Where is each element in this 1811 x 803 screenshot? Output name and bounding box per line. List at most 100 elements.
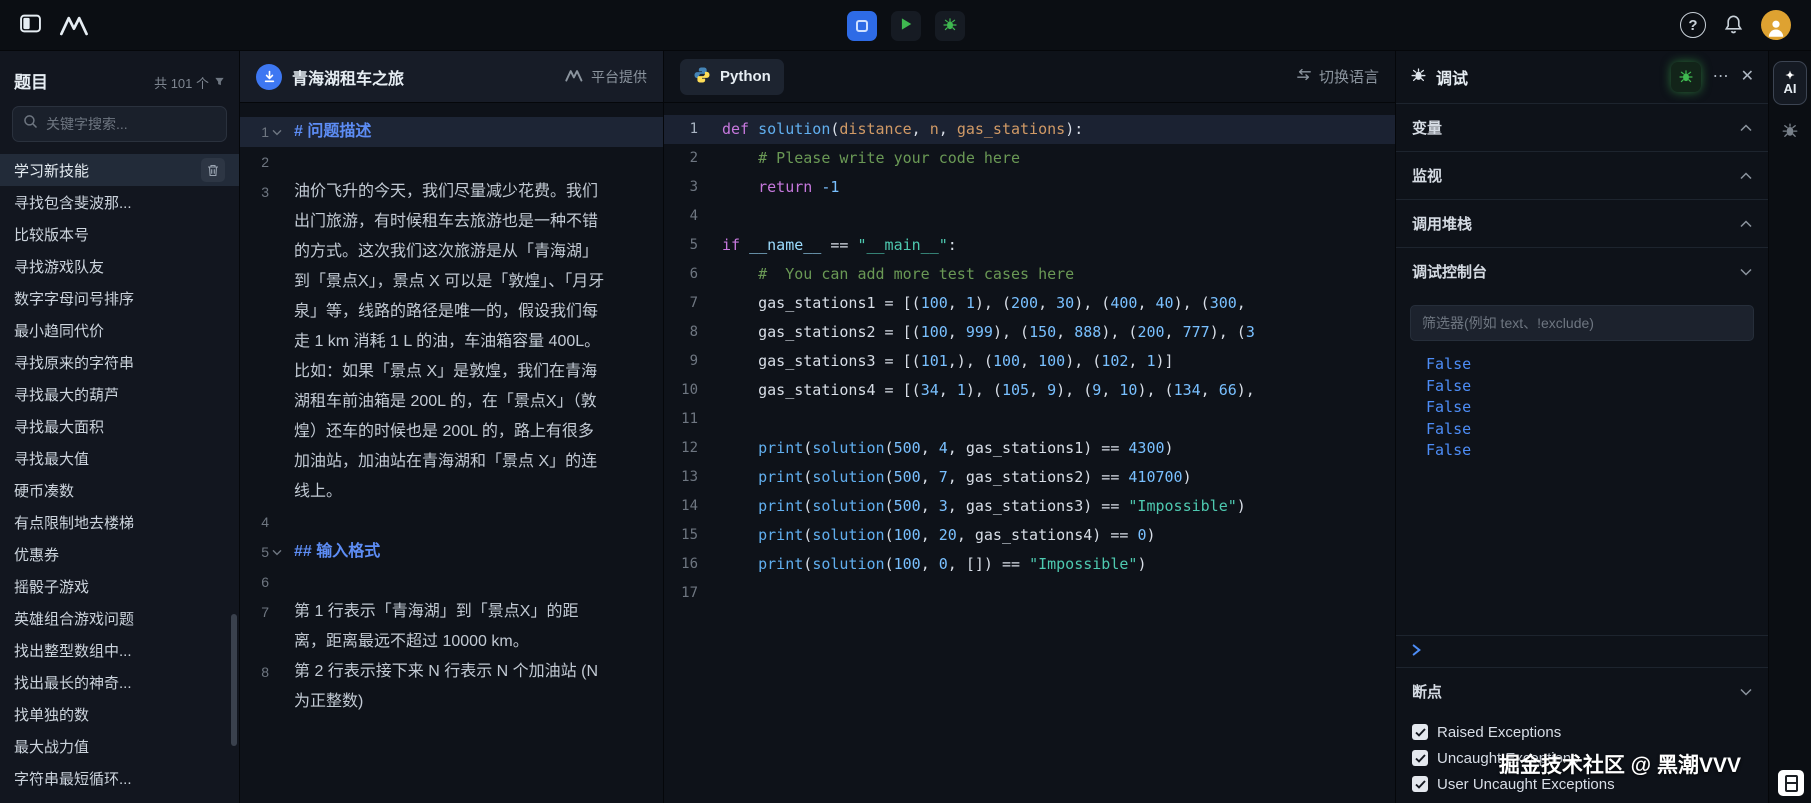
debug-button[interactable]	[934, 10, 965, 41]
watermark-glyph-icon	[1784, 774, 1798, 792]
line-number: 16	[681, 556, 698, 572]
line-number: 6	[689, 266, 698, 282]
code-line[interactable]: 8 gas_stations2 = [(100, 999), (150, 888…	[664, 318, 1395, 347]
chevron-right-icon	[1412, 643, 1421, 661]
list-item[interactable]: 找出整型数组中...	[0, 634, 239, 666]
checkbox-checked[interactable]	[1412, 750, 1428, 766]
filter-icon[interactable]	[214, 74, 225, 92]
code-line[interactable]: 11	[664, 405, 1395, 434]
list-item[interactable]: 摇骰子游戏	[0, 570, 239, 602]
code-line[interactable]: 7 gas_stations1 = [(100, 1), (200, 30), …	[664, 289, 1395, 318]
list-item[interactable]: 找单独的数	[0, 698, 239, 730]
code-line[interactable]: 5 if __name__ == "__main__":	[664, 231, 1395, 260]
code-area[interactable]: 1 def solution(distance, n, gas_stations)…	[664, 103, 1395, 803]
code-line[interactable]: 9 gas_stations3 = [(101,), (100, 100), (…	[664, 347, 1395, 376]
code-line[interactable]: 10 gas_stations4 = [(34, 1), (105, 9), (…	[664, 376, 1395, 405]
problem-sidebar: 题目 共 101 个 学习新技能寻找包含斐波那... 比较版本号寻找游戏队友数字字…	[0, 51, 240, 803]
list-item[interactable]: 寻找最大面积	[0, 410, 239, 442]
doc-text: # 问题描述	[294, 123, 372, 140]
code-line[interactable]: 4	[664, 202, 1395, 231]
section-breakpoints[interactable]: 断点	[1396, 667, 1768, 715]
ai-label: AI	[1783, 80, 1797, 96]
code-line[interactable]: 16 print(solution(100, 0, []) == "Imposs…	[664, 550, 1395, 579]
delete-problem-button[interactable]	[201, 158, 225, 182]
language-selector[interactable]: Python	[680, 58, 784, 95]
checkbox-checked[interactable]	[1412, 776, 1428, 792]
list-item-label: 硬币凑数	[14, 482, 75, 500]
list-item[interactable]: 英雄组合游戏问题	[0, 602, 239, 634]
section-label: 监视	[1412, 168, 1443, 185]
ai-assistant-button[interactable]: ✦ AI	[1773, 61, 1807, 105]
list-item[interactable]: 找出最长的神奇...	[0, 666, 239, 698]
console-line: False	[1426, 376, 1472, 395]
debug-rail-icon[interactable]	[1781, 121, 1799, 144]
list-item[interactable]: 寻找原来的字符串	[0, 346, 239, 378]
avatar[interactable]	[1761, 10, 1791, 40]
list-item[interactable]: 最大战力值	[0, 730, 239, 762]
app-logo-icon	[59, 15, 91, 36]
code-content: gas_stations1 = [(100, 1), (200, 30), (4…	[722, 294, 1246, 312]
list-item[interactable]: 学习新技能	[0, 154, 239, 186]
download-icon[interactable]	[256, 63, 282, 90]
line-number: 2	[689, 150, 698, 166]
list-item[interactable]: 寻找最大的葫芦	[0, 378, 239, 410]
problem-doc: 1 # 问题描述 2 3 油价飞升的今天，我们尽量减少花费。我们出门旅游，有时候租车去旅…	[240, 103, 663, 803]
code-line[interactable]: 17	[664, 579, 1395, 608]
line-number: 5	[689, 237, 698, 253]
list-item[interactable]: 数字字母问号排序	[0, 282, 239, 314]
code-line[interactable]: 13 print(solution(500, 7, gas_stations2)…	[664, 463, 1395, 492]
main-area: 题目 共 101 个 学习新技能寻找包含斐波那... 比较版本号寻找游戏队友数字字…	[0, 51, 1811, 803]
line-number: 3	[261, 184, 269, 200]
section-callstack[interactable]: 调用堆栈	[1396, 199, 1768, 247]
list-item[interactable]: 有点限制地去楼梯	[0, 506, 239, 538]
console-prompt[interactable]	[1396, 635, 1768, 667]
debug-session-button[interactable]	[1670, 62, 1701, 92]
line-number: 7	[689, 295, 698, 311]
list-item[interactable]: 最小趋同代价	[0, 314, 239, 346]
doc-text: 油价飞升的今天，我们尽量减少花费。我们出门旅游，有时候租车去旅游也是一种不错的方…	[294, 183, 605, 500]
switch-language-button[interactable]: 切换语言	[1296, 66, 1379, 87]
list-item[interactable]: 比较版本号	[0, 218, 239, 250]
list-item-label: 最小趋同代价	[14, 322, 105, 340]
breakpoint-row[interactable]: Uncaught Exceptions	[1396, 745, 1768, 771]
breakpoint-row[interactable]: Raised Exceptions	[1396, 719, 1768, 745]
list-item[interactable]: 寻找游戏队友	[0, 250, 239, 282]
list-item[interactable]: 字符串最短循环...	[0, 762, 239, 794]
search-box[interactable]	[12, 106, 227, 142]
blue-action-button[interactable]	[846, 10, 877, 41]
breakpoint-row[interactable]: User Uncaught Exceptions	[1396, 771, 1768, 797]
code-line[interactable]: 2 # Please write your code here	[664, 144, 1395, 173]
code-line[interactable]: 1 def solution(distance, n, gas_stations)…	[664, 115, 1395, 144]
code-content: # Please write your code here	[758, 149, 1021, 167]
sidebar-toggle-icon	[20, 14, 41, 36]
code-line[interactable]: 6 # You can add more test cases here	[664, 260, 1395, 289]
code-line[interactable]: 12 print(solution(500, 4, gas_stations1)…	[664, 434, 1395, 463]
checkbox-checked[interactable]	[1412, 724, 1428, 740]
code-line[interactable]: 15 print(solution(100, 20, gas_stations4…	[664, 521, 1395, 550]
search-input[interactable]	[46, 116, 227, 132]
doc-text	[288, 567, 606, 597]
sidebar-toggle-button[interactable]	[20, 14, 41, 36]
code-content: print(solution(500, 7, gas_stations2) ==…	[758, 468, 1192, 486]
scrollbar[interactable]	[231, 614, 237, 746]
list-item[interactable]: 优惠券	[0, 538, 239, 570]
section-variables[interactable]: 变量	[1396, 103, 1768, 151]
section-label: 调试控制台	[1412, 264, 1488, 281]
code-content: print(solution(100, 20, gas_stations4) =…	[758, 526, 1156, 544]
line-number: 2	[261, 154, 269, 170]
code-line[interactable]: 3 return -1	[664, 173, 1395, 202]
more-menu-button[interactable]: ⋯	[1713, 69, 1729, 85]
section-watch[interactable]: 监视	[1396, 151, 1768, 199]
list-item[interactable]: 硬币凑数	[0, 474, 239, 506]
console-filter-input[interactable]	[1410, 305, 1754, 341]
notifications-button[interactable]	[1724, 14, 1743, 37]
list-item[interactable]: 寻找包含斐波那...	[0, 186, 239, 218]
run-button[interactable]	[890, 10, 921, 41]
ellipsis-icon: ⋯	[1712, 68, 1729, 85]
list-item[interactable]: 寻找最大值	[0, 442, 239, 474]
section-debug-console[interactable]: 调试控制台	[1396, 247, 1768, 295]
list-item-label: 寻找最大的葫芦	[14, 386, 120, 404]
close-panel-button[interactable]: ✕	[1741, 69, 1754, 85]
code-line[interactable]: 14 print(solution(500, 3, gas_stations3)…	[664, 492, 1395, 521]
help-button[interactable]: ?	[1680, 12, 1706, 38]
